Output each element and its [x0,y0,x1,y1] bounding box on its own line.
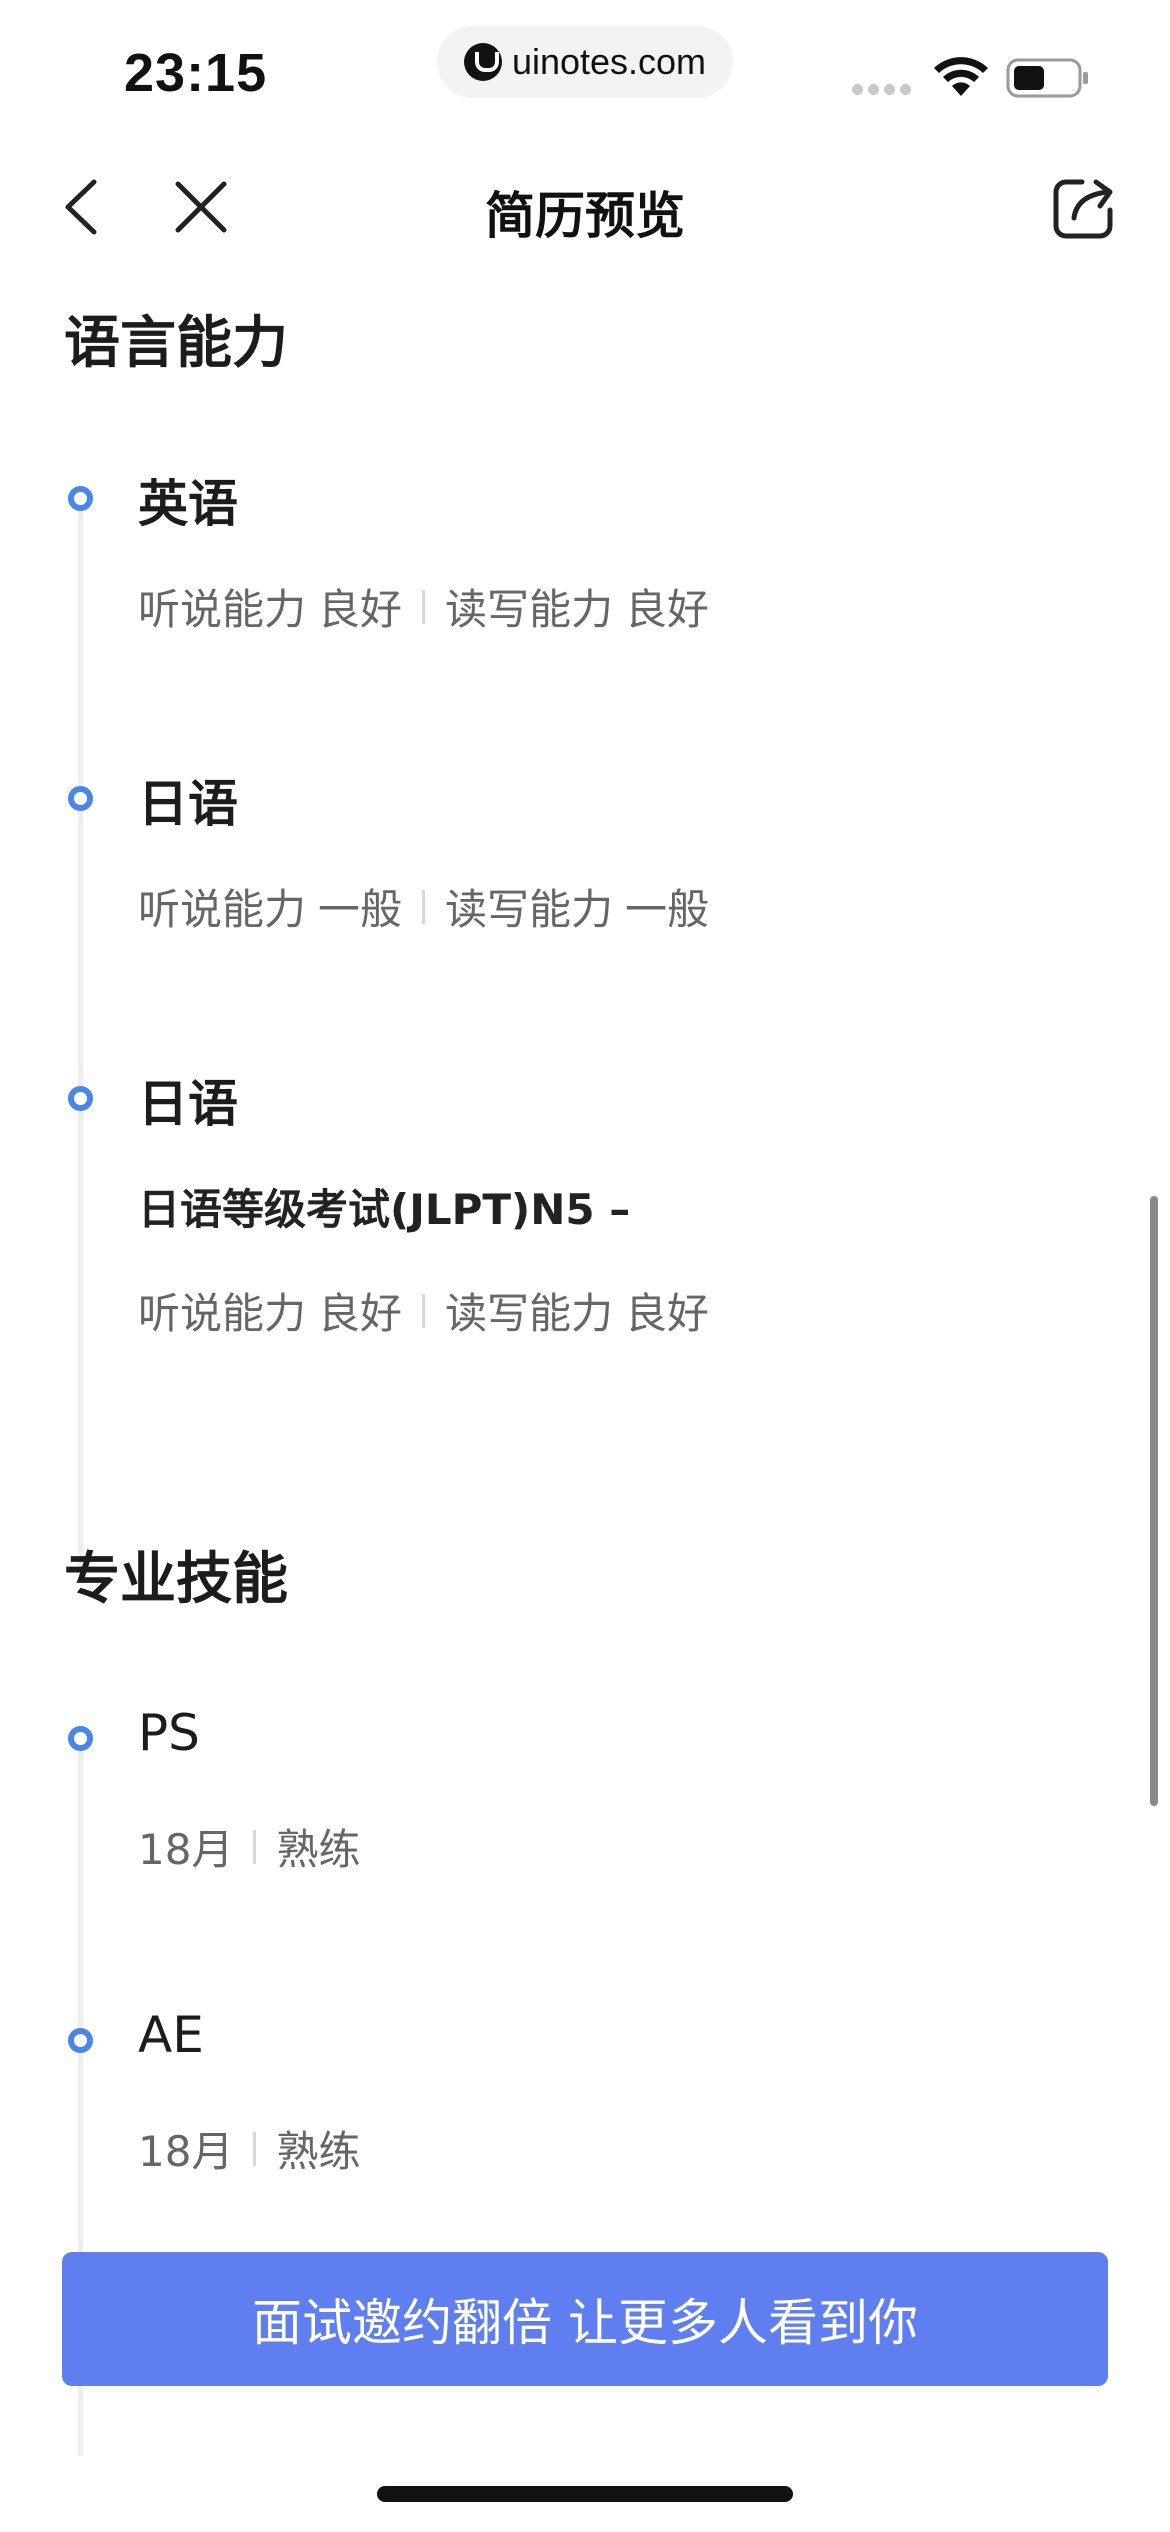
meta-divider [253,2131,257,2166]
skill-item-title: AE [138,2006,204,2064]
meta-divider [422,589,426,624]
listening-label: 听说能力 [138,585,307,634]
skill-item-meta: 18月 熟练 [138,2118,360,2179]
language-item-meta: 听说能力 良好 读写能力 良好 [138,1280,709,1341]
wifi-icon [934,57,988,96]
meta-divider [422,1293,426,1328]
promote-resume-button[interactable]: 面试邀约翻倍 让更多人看到你 [62,2252,1108,2386]
language-exam: 日语等级考试(JLPT)N5 – [138,1185,631,1234]
language-timeline-line [78,500,83,1574]
writing-level: 良好 [625,1289,710,1338]
section-title-skills: 专业技能 [64,1547,288,1612]
skill-item-meta: 18月 熟练 [138,1816,360,1877]
skill-duration: 18月 [138,1825,234,1874]
language-item-meta: 听说能力 一般 读写能力 一般 [138,876,709,937]
skill-level: 熟练 [276,1825,361,1874]
section-title-language: 语言能力 [64,311,288,376]
timeline-dot-icon [68,2028,93,2053]
language-item-meta: 听说能力 良好 读写能力 良好 [138,576,709,637]
writing-label: 读写能力 [445,885,614,934]
timeline-dot-icon [68,786,93,811]
skill-level: 熟练 [276,2127,361,2176]
listening-label: 听说能力 [138,885,307,934]
site-logo-icon [463,43,502,81]
meta-divider [253,1829,257,1864]
cellular-signal-icon [852,84,916,95]
listening-level: 一般 [318,885,403,934]
url-pill[interactable]: uinotes.com [437,26,733,98]
meta-divider [422,889,426,924]
timeline-dot-icon [68,486,93,511]
status-time: 23:15 [124,43,268,103]
scroll-indicator[interactable] [1150,1196,1158,1806]
writing-level: 一般 [625,885,710,934]
skill-item-title: PS [138,1704,200,1762]
writing-label: 读写能力 [445,585,614,634]
listening-level: 良好 [318,585,403,634]
language-item-title: 日语 [138,1075,238,1133]
status-bar: 23:15 uinotes.com [0,0,1170,150]
timeline-dot-icon [68,1086,93,1111]
url-text: uinotes.com [511,41,707,82]
writing-level: 良好 [625,585,710,634]
share-icon[interactable] [1052,176,1116,240]
writing-label: 读写能力 [445,1289,614,1338]
listening-label: 听说能力 [138,1289,307,1338]
listening-level: 良好 [318,1289,403,1338]
language-item-title: 日语 [138,775,238,833]
page-title: 简历预览 [485,187,685,245]
home-indicator[interactable] [377,2486,793,2502]
battery-icon [1006,58,1088,98]
skill-duration: 18月 [138,2127,234,2176]
timeline-dot-icon [68,1726,93,1751]
language-item-title: 英语 [138,475,238,533]
resume-preview-screen: 23:15 uinotes.com 简历预览 语言能力 英语 听说能力 良好 读… [0,0,1170,2532]
nav-bar: 简历预览 [0,150,1170,264]
